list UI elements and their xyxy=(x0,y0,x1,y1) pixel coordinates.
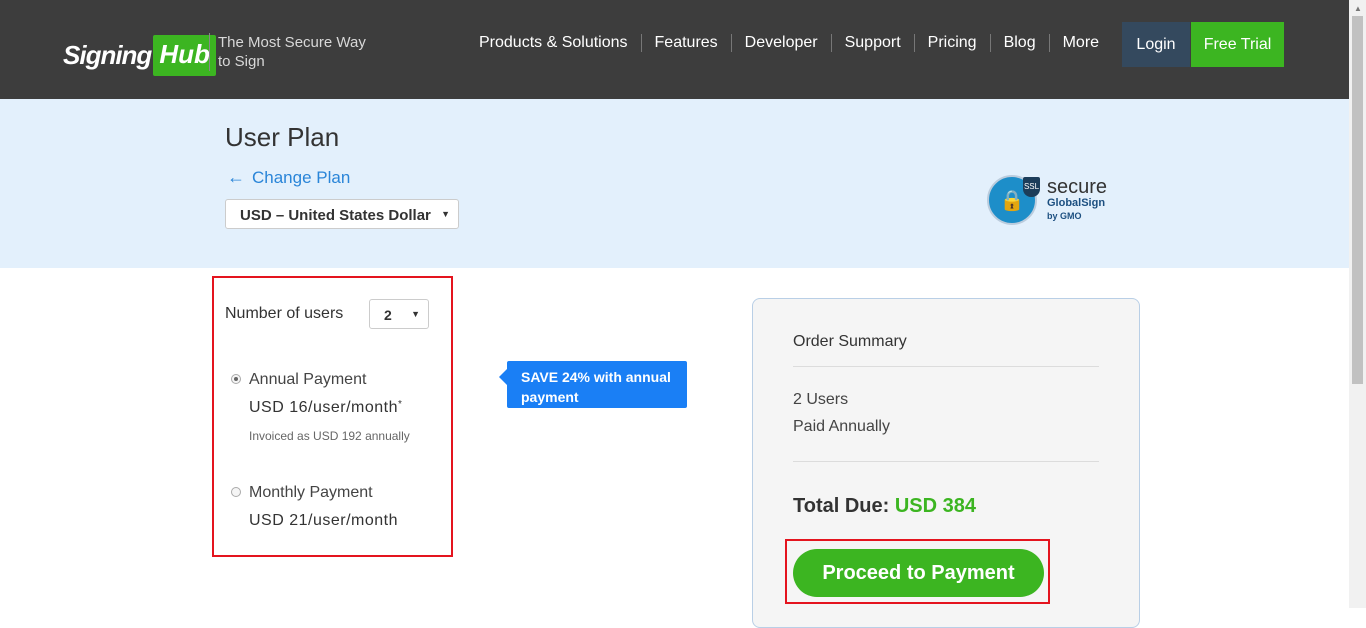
currency-select[interactable]: USD – United States Dollar ▼ xyxy=(225,199,459,229)
total-due-label: Total Due: xyxy=(793,495,890,517)
save-annual-tooltip: SAVE 24% with annual payment xyxy=(499,361,687,408)
plan-header-banner xyxy=(0,99,1349,268)
summary-users: 2 Users xyxy=(793,391,849,408)
summary-divider xyxy=(793,366,1099,367)
signinghub-logo[interactable]: Signing Hub xyxy=(63,32,216,78)
nav-pricing[interactable]: Pricing xyxy=(913,34,990,52)
ssl-secure-badge[interactable]: 🔒 SSL secure GlobalSign by GMO xyxy=(987,175,1107,225)
annual-price: USD 16/user/month* xyxy=(249,399,402,417)
ssl-secure-label: secure xyxy=(1047,176,1108,198)
ssl-by-label: by GMO xyxy=(1047,211,1082,221)
login-button[interactable]: Login xyxy=(1122,22,1190,67)
total-due-value: USD 384 xyxy=(894,495,977,517)
proceed-to-payment-button[interactable]: Proceed to Payment xyxy=(793,549,1044,597)
ssl-shield-icon: SSL xyxy=(1023,177,1040,197)
number-of-users-value: 2 xyxy=(384,307,392,323)
main-nav: Products & Solutions Features Developer … xyxy=(466,34,1112,52)
summary-billing: Paid Annually xyxy=(793,418,890,435)
change-plan-label: Change Plan xyxy=(252,167,351,187)
annual-invoice-note: Invoiced as USD 192 annually xyxy=(249,429,410,443)
annual-payment-label[interactable]: Annual Payment xyxy=(249,371,366,389)
annual-payment-radio[interactable] xyxy=(231,374,241,384)
summary-divider xyxy=(793,461,1099,462)
currency-value: USD – United States Dollar xyxy=(240,207,431,224)
order-summary-title: Order Summary xyxy=(793,333,907,350)
nav-more[interactable]: More xyxy=(1048,34,1112,52)
number-of-users-select[interactable]: 2 ▼ xyxy=(369,299,429,329)
logo-hub-text: Hub xyxy=(153,34,216,76)
nav-developer[interactable]: Developer xyxy=(730,34,831,52)
nav-support[interactable]: Support xyxy=(830,34,914,52)
tagline: The Most Secure Way to Sign xyxy=(209,33,378,71)
caret-down-icon: ▼ xyxy=(411,309,420,319)
scrollbar-thumb[interactable] xyxy=(1352,16,1363,384)
monthly-payment-radio[interactable] xyxy=(231,487,241,497)
logo-sign-text: Signing xyxy=(63,39,152,70)
annual-price-asterisk: * xyxy=(398,399,403,410)
total-due: Total Due: USD 384 xyxy=(793,495,976,518)
monthly-price: USD 21/user/month xyxy=(249,512,399,529)
ssl-badge-text: secure GlobalSign by GMO xyxy=(1047,177,1107,223)
ssl-brand-label: GlobalSign xyxy=(1047,197,1106,209)
arrow-left-icon: ← xyxy=(227,167,245,187)
number-of-users-label: Number of users xyxy=(225,305,344,322)
page-title: User Plan xyxy=(225,122,340,152)
monthly-payment-label[interactable]: Monthly Payment xyxy=(249,484,373,502)
annual-price-text: USD 16/user/month xyxy=(249,399,399,416)
nav-products-solutions[interactable]: Products & Solutions xyxy=(466,34,641,52)
scroll-up-icon[interactable]: ▲ xyxy=(1354,4,1362,13)
top-navbar: Signing Hub The Most Secure Way to Sign … xyxy=(0,0,1349,99)
nav-features[interactable]: Features xyxy=(640,34,731,52)
nav-blog[interactable]: Blog xyxy=(989,34,1049,52)
free-trial-button[interactable]: Free Trial xyxy=(1191,22,1284,67)
caret-down-icon: ▼ xyxy=(441,209,450,219)
change-plan-link[interactable]: ← Change Plan xyxy=(227,167,350,188)
